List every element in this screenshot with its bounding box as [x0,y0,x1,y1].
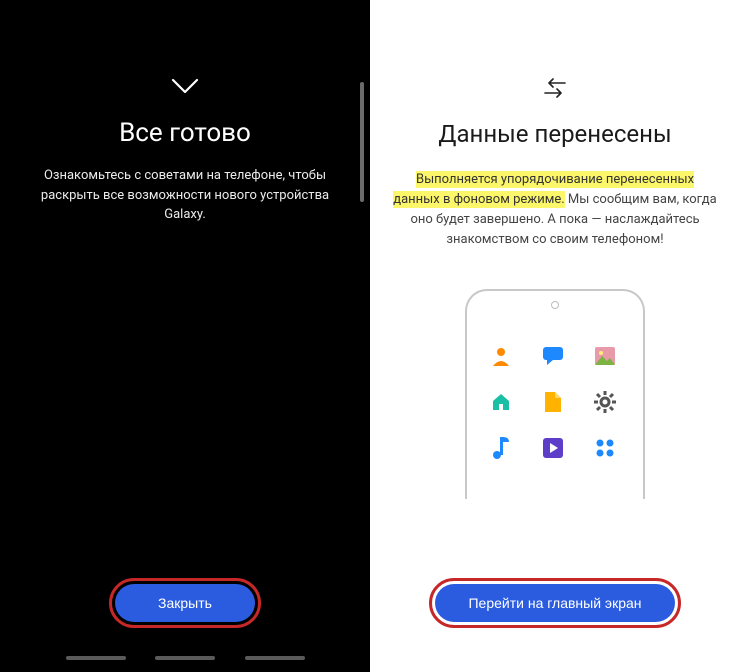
gallery-icon [593,344,617,368]
chat-icon [541,344,565,368]
page-body: Выполняется упорядочивание перенесенных … [370,170,740,251]
home-button-highlight: Перейти на главный экран [429,578,681,628]
settings-icon [593,390,617,414]
contact-icon [489,344,513,368]
navigation-bar [0,656,370,660]
music-icon [489,436,513,460]
close-button[interactable]: Закрыть [115,584,255,622]
phone-illustration [465,289,645,499]
home-icon [489,390,513,414]
video-icon [541,436,565,460]
setup-complete-screen: Все готово Ознакомьтесь с советами на те… [0,0,370,672]
app-icons-grid [489,344,621,464]
transfer-icon [543,78,567,98]
nav-home[interactable] [155,656,215,660]
scrollbar[interactable] [360,82,364,202]
page-subtitle: Ознакомьтесь с советами на телефоне, что… [0,166,370,225]
chevron-down-icon [171,78,199,100]
page-title: Данные перенесены [438,120,671,148]
go-home-button[interactable]: Перейти на главный экран [435,584,675,622]
phone-camera-icon [551,301,559,309]
close-button-highlight: Закрыть [109,578,261,628]
file-icon [541,390,565,414]
nav-recent[interactable] [66,656,126,660]
apps-icon [593,436,617,460]
data-transferred-screen: Данные перенесены Выполняется упорядочив… [370,0,740,672]
nav-back[interactable] [245,656,305,660]
page-title: Все готово [119,118,251,148]
